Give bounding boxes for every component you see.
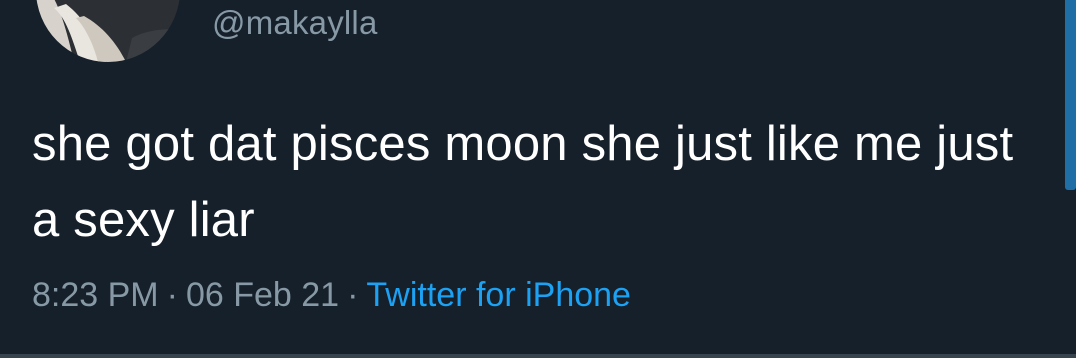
separator-dot-2: ·	[347, 276, 359, 314]
avatar-photo	[36, 0, 180, 62]
tweet-text: she got dat pisces moon she just like me…	[32, 117, 1014, 247]
tweet-metadata: 8:23 PM · 06 Feb 21 · Twitter for iPhone	[32, 276, 631, 315]
tweet-time[interactable]: 8:23 PM	[32, 276, 159, 314]
tweet-card: @makaylla she got dat pisces moon she ju…	[0, 0, 1076, 358]
avatar[interactable]	[36, 0, 180, 62]
tweet-source-link[interactable]: Twitter for iPhone	[366, 276, 631, 314]
separator-dot: ·	[166, 276, 178, 314]
tweet-date[interactable]: 06 Feb 21	[186, 276, 339, 314]
divider	[0, 354, 1076, 358]
scrollbar[interactable]	[1065, 0, 1076, 190]
username-handle[interactable]: @makaylla	[212, 4, 378, 42]
